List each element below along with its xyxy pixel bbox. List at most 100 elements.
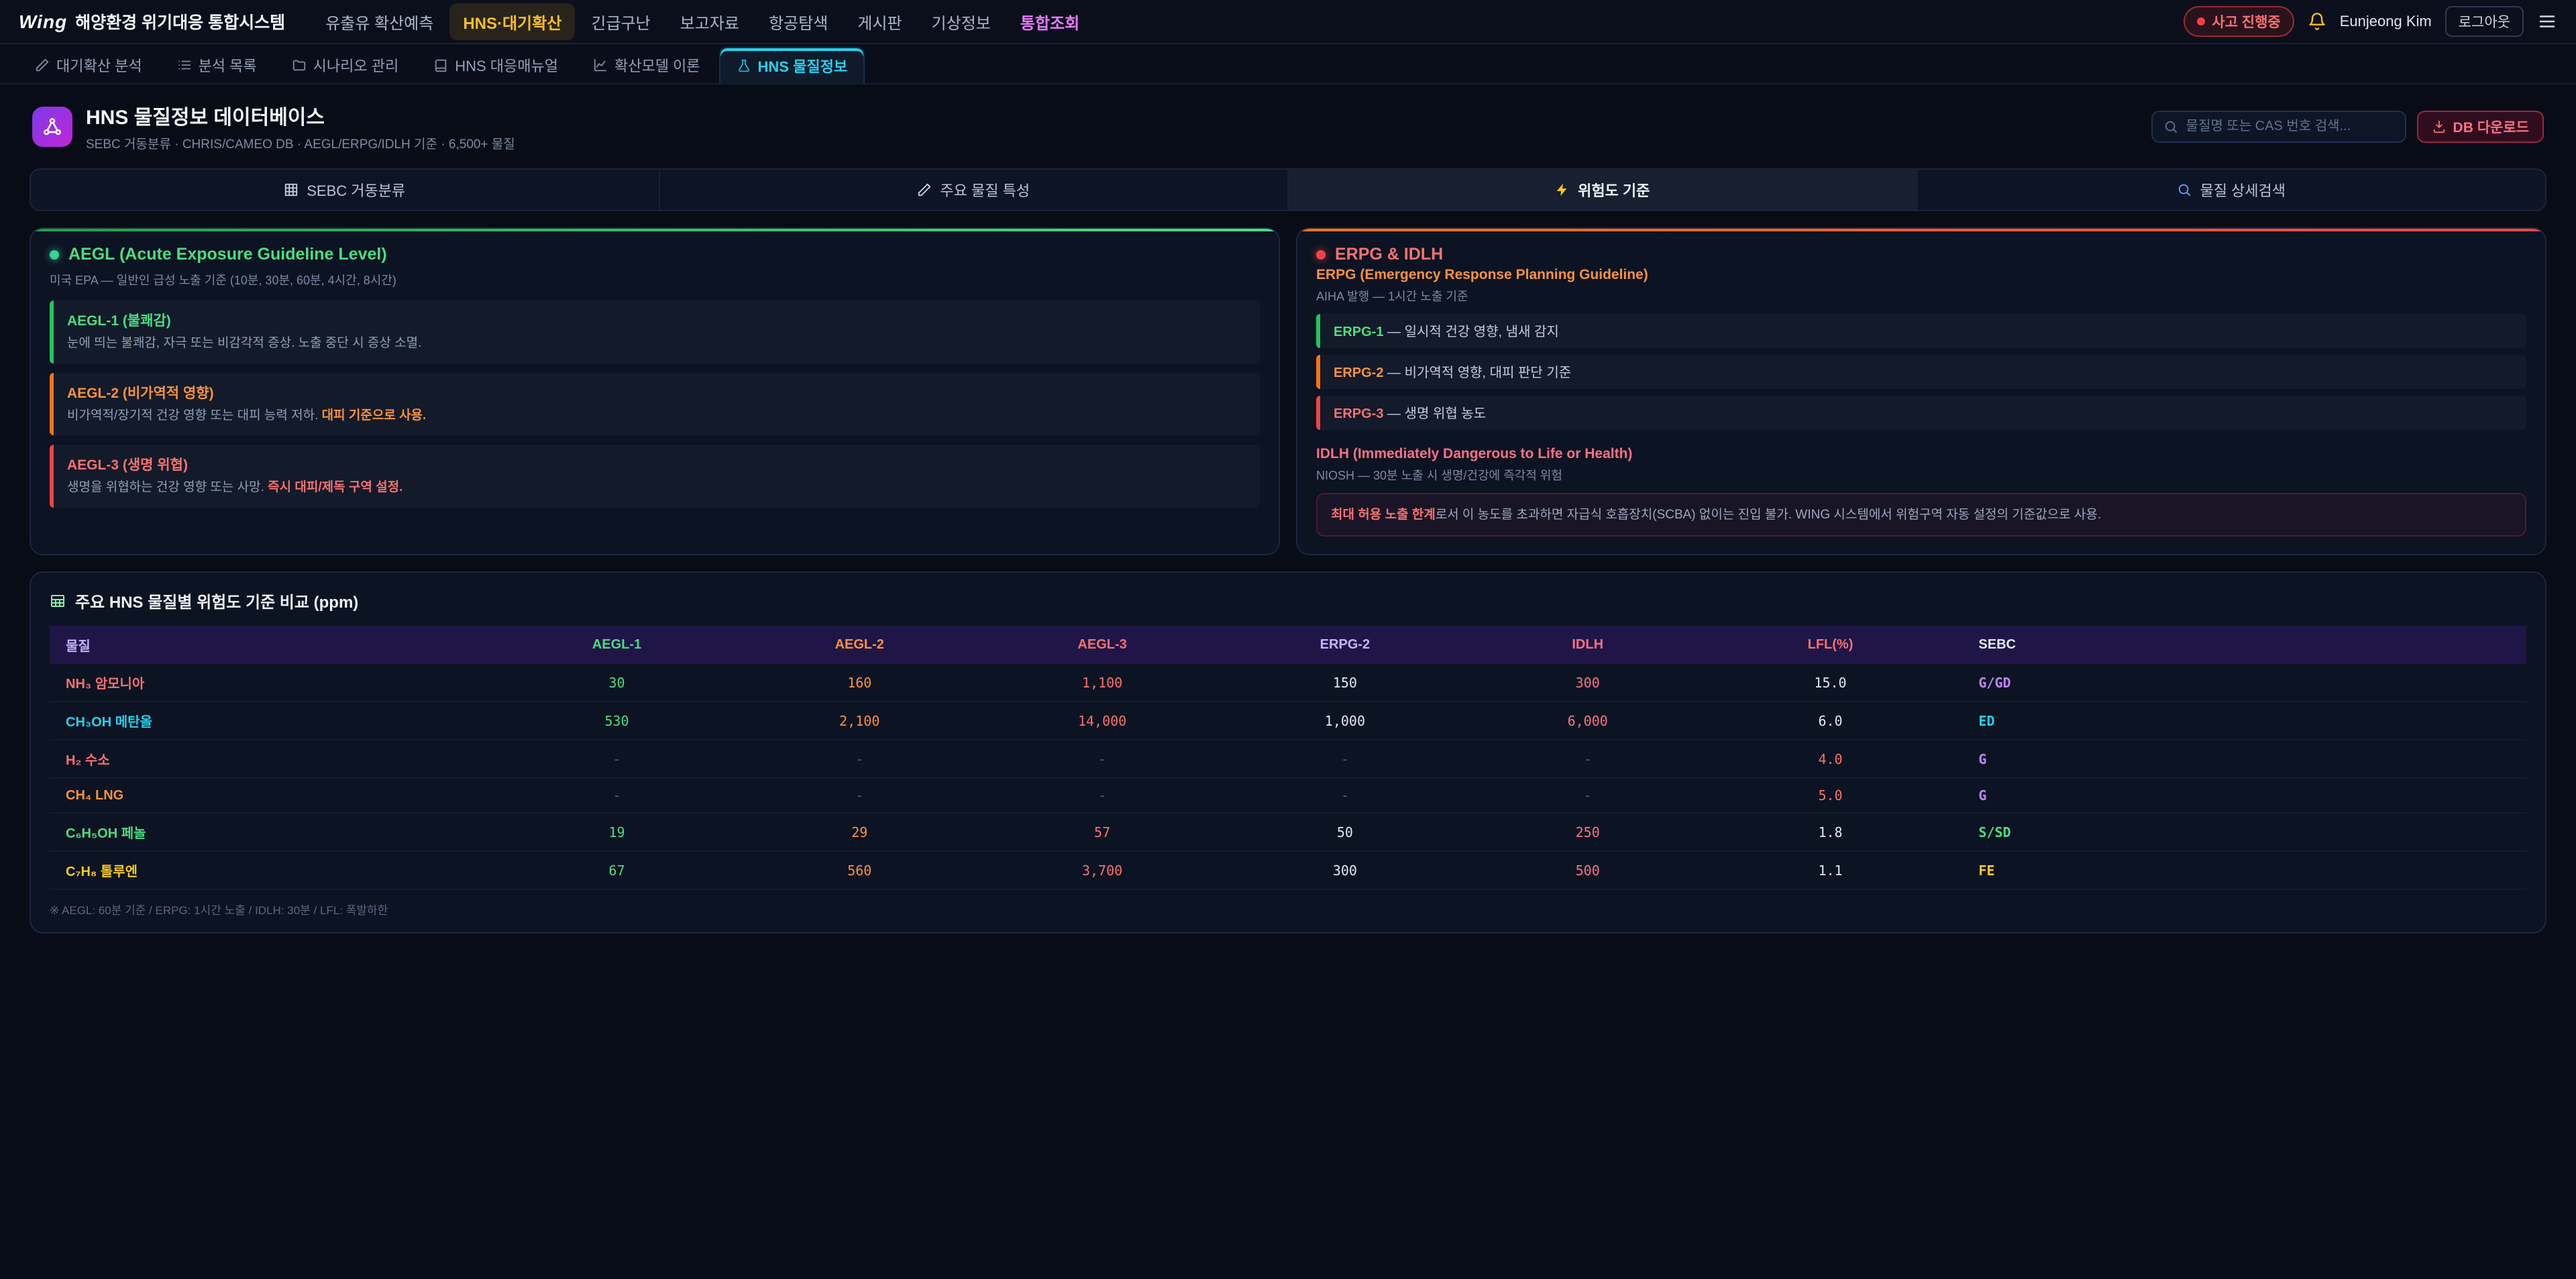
substance-cell: CH₄ LNG: [50, 778, 496, 813]
aegl3-cell: -: [981, 740, 1224, 778]
table-row-toluene[interactable]: C₇H₈ 톨루엔 67 560 3,700 300 500 1.1 FE: [50, 851, 2526, 889]
erpg-3-description: — 생명 위협 농도: [1387, 406, 1486, 421]
table-row-methanol[interactable]: CH₃OH 메탄올 530 2,100 14,000 1,000 6,000 6…: [50, 702, 2526, 740]
idlh-cell: 250: [1466, 813, 1709, 851]
table-row-lng[interactable]: CH₄ LNG - - - - - 5.0 G: [50, 778, 2526, 813]
table-row-phenol[interactable]: C₆H₅OH 페놀 19 29 57 50 250 1.8 S/SD: [50, 813, 2526, 851]
column-header-idlh: IDLH: [1466, 626, 1709, 664]
subtab-hns-substance-info[interactable]: HNS 물질정보: [719, 47, 865, 83]
subtab-scenario-management[interactable]: 시나리오 관리: [276, 47, 415, 83]
lfl-cell: 4.0: [1709, 740, 1952, 778]
aegl1-cell: -: [496, 740, 739, 778]
molecule-icon: [32, 107, 72, 147]
list-icon: [177, 58, 192, 72]
table-header-row: 물질 AEGL-1 AEGL-2 AEGL-3 ERPG-2 IDLH LFL(…: [50, 626, 2526, 664]
column-header-aegl3: AEGL-3: [981, 626, 1224, 664]
page-subtitle: SEBC 거동분류 · CHRIS/CAMEO DB · AEGL/ERPG/I…: [86, 134, 515, 152]
subtab-label: 대기확산 분석: [56, 54, 142, 76]
erpg-1-row: ERPG-1 — 일시적 건강 영향, 냄새 감지: [1316, 314, 2526, 348]
idlh-highlight: 최대 허용 노출 한계: [1331, 508, 1436, 522]
logout-button[interactable]: 로그아웃: [2445, 6, 2524, 37]
sebc-cell: G: [1951, 740, 2526, 778]
nav-item-reports[interactable]: 보고자료: [667, 3, 753, 40]
red-dot-icon: [1316, 250, 1326, 260]
section-tab-detail-search[interactable]: 물질 상세검색: [1917, 170, 2546, 210]
erpg2-cell: 300: [1224, 851, 1466, 889]
notification-bell-icon[interactable]: [2308, 12, 2326, 31]
idlh-cell: -: [1466, 778, 1709, 813]
table-row-ammonia[interactable]: NH₃ 암모니아 30 160 1,100 150 300 15.0 G/GD: [50, 664, 2526, 702]
nav-item-weather[interactable]: 기상정보: [918, 3, 1004, 40]
aegl1-cell: 530: [496, 702, 739, 740]
subtab-analysis-list[interactable]: 분석 목록: [161, 47, 273, 83]
page-header: HNS 물질정보 데이터베이스 SEBC 거동분류 · CHRIS/CAMEO …: [32, 101, 2544, 152]
aegl2-cell: 29: [738, 813, 981, 851]
aegl1-cell: 30: [496, 664, 739, 702]
section-tabs: SEBC 거동분류 주요 물질 특성 위험도 기준 물질 상세검색: [30, 168, 2546, 211]
aegl-1-row: AEGL-1 (불쾌감) 눈에 띄는 불쾌감, 자극 또는 비감각적 증상. 노…: [50, 300, 1260, 364]
brand[interactable]: Wing 해양환경 위기대응 통합시스템: [19, 9, 285, 34]
aegl-2-description: 비가역적/장기적 건강 영향 또는 대피 능력 저하. 대피 기준으로 사용.: [67, 406, 1246, 425]
section-tab-label: 물질 상세검색: [2200, 179, 2286, 201]
table-row-hydrogen[interactable]: H₂ 수소 - - - - - 4.0 G: [50, 740, 2526, 778]
page-content: HNS 물질정보 데이터베이스 SEBC 거동분류 · CHRIS/CAMEO …: [0, 85, 2576, 934]
chart-icon: [593, 58, 608, 72]
user-name: Eunjeong Kim: [2340, 13, 2432, 30]
search-input[interactable]: [2186, 119, 2394, 134]
incident-status-badge[interactable]: 사고 진행중: [2184, 6, 2294, 37]
column-header-lfl: LFL(%): [1709, 626, 1952, 664]
idlh-cell: 300: [1466, 664, 1709, 702]
main-nav: 유출유 확산예측 HNS·대기확산 긴급구난 보고자료 항공탐색 게시판 기상정…: [312, 3, 1093, 40]
erpg-1-label: ERPG-1: [1334, 325, 1383, 339]
comparison-table-card: 주요 HNS 물질별 위험도 기준 비교 (ppm) 물질 AEGL-1 AEG…: [30, 571, 2546, 934]
erpg2-cell: 1,000: [1224, 702, 1466, 740]
section-tab-properties[interactable]: 주요 물질 특성: [659, 170, 1288, 210]
subtab-hns-manual[interactable]: HNS 대응매뉴얼: [417, 47, 574, 83]
erpg2-cell: -: [1224, 740, 1466, 778]
sub-navigation-tabs: 대기확산 분석 분석 목록 시나리오 관리 HNS 대응매뉴얼 확산모델 이론 …: [0, 44, 2576, 85]
erpg-2-row: ERPG-2 — 비가역적 영향, 대피 판단 기준: [1316, 355, 2526, 389]
aegl1-cell: 67: [496, 851, 739, 889]
comparison-table-title-row: 주요 HNS 물질별 위험도 기준 비교 (ppm): [50, 589, 2526, 612]
aegl3-cell: -: [981, 778, 1224, 813]
nav-item-aerial-search[interactable]: 항공탐색: [755, 3, 841, 40]
nav-item-hns-atmospheric[interactable]: HNS·대기확산: [449, 3, 575, 40]
sebc-cell: ED: [1951, 702, 2526, 740]
section-tab-risk-criteria[interactable]: 위험도 기준: [1287, 170, 1917, 210]
idlh-description-panel: 최대 허용 노출 한계로서 이 농도를 초과하면 자급식 호흡장치(SCBA) …: [1316, 493, 2526, 537]
top-navigation-bar: Wing 해양환경 위기대응 통합시스템 유출유 확산예측 HNS·대기확산 긴…: [0, 0, 2576, 44]
aegl1-cell: 19: [496, 813, 739, 851]
section-tab-label: 위험도 기준: [1578, 179, 1650, 201]
section-tab-sebc[interactable]: SEBC 거동분류: [31, 170, 659, 210]
subtab-diffusion-analysis[interactable]: 대기확산 분석: [19, 47, 158, 83]
pencil-icon: [35, 58, 50, 72]
nav-item-integrated-search[interactable]: 통합조회: [1007, 3, 1093, 40]
nav-item-board[interactable]: 게시판: [844, 3, 915, 40]
erpg2-cell: -: [1224, 778, 1466, 813]
erpg-1-description: — 일시적 건강 영향, 냄새 감지: [1387, 325, 1559, 339]
aegl2-cell: -: [738, 740, 981, 778]
idlh-body: 로서 이 농도를 초과하면 자급식 호흡장치(SCBA) 없이는 진입 불가. …: [1436, 508, 2101, 522]
erpg-idlh-card: ERPG & IDLH ERPG (Emergency Response Pla…: [1296, 227, 2546, 555]
aegl-3-row: AEGL-3 (생명 위협) 생명을 위협하는 건강 영향 또는 사망. 즉시 …: [50, 445, 1260, 508]
nav-item-emergency-rescue[interactable]: 긴급구난: [578, 3, 663, 40]
erpg-card-title: ERPG & IDLH: [1335, 245, 1443, 264]
subtab-label: 분석 목록: [199, 54, 257, 76]
aegl3-cell: 1,100: [981, 664, 1224, 702]
criteria-cards: AEGL (Acute Exposure Guideline Level) 미국…: [30, 227, 2546, 555]
db-download-button[interactable]: DB 다운로드: [2417, 111, 2544, 143]
erpg-3-label: ERPG-3: [1334, 406, 1383, 421]
lfl-cell: 6.0: [1709, 702, 1952, 740]
green-dot-icon: [50, 250, 59, 260]
page-title-block: HNS 물질정보 데이터베이스 SEBC 거동분류 · CHRIS/CAMEO …: [86, 101, 515, 152]
idlh-cell: 6,000: [1466, 702, 1709, 740]
aegl-1-title: AEGL-1 (불쾌감): [67, 310, 1246, 330]
aegl-2-title: AEGL-2 (비가역적 영향): [67, 382, 1246, 402]
menu-icon[interactable]: [2537, 11, 2557, 32]
aegl3-cell: 57: [981, 813, 1224, 851]
column-header-substance: 물질: [50, 626, 496, 664]
pencil-icon: [917, 182, 932, 197]
subtab-diffusion-model-theory[interactable]: 확산모델 이론: [577, 47, 716, 83]
nav-item-oil-diffusion[interactable]: 유출유 확산예측: [312, 3, 447, 40]
idlh-heading: IDLH (Immediately Dangerous to Life or H…: [1316, 446, 2526, 462]
